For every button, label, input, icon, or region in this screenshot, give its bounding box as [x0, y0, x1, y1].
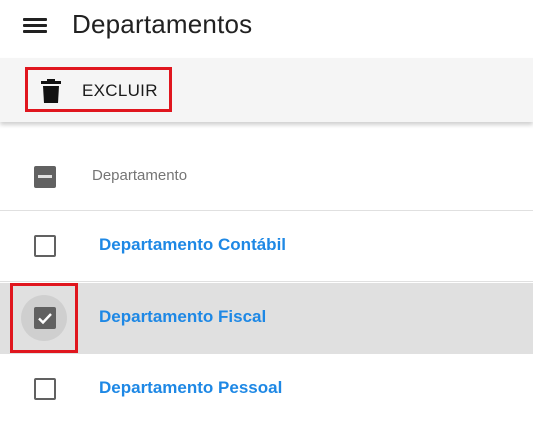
- select-all-checkbox[interactable]: [34, 166, 56, 188]
- row-link[interactable]: Departamento Contábil: [99, 235, 286, 255]
- row-checkbox[interactable]: [34, 235, 56, 257]
- delete-button-label: EXCLUIR: [82, 81, 158, 100]
- app-bar: Departamentos: [0, 0, 533, 54]
- row-checkbox[interactable]: [34, 378, 56, 400]
- table-row[interactable]: Departamento Contábil: [0, 211, 533, 282]
- hamburger-menu-icon[interactable]: [22, 15, 48, 37]
- delete-button[interactable]: EXCLUIR: [25, 67, 172, 112]
- column-header-departamento: Departamento: [92, 167, 188, 184]
- checkmark-icon: [38, 313, 52, 325]
- row-checkbox-highlight: [10, 283, 78, 353]
- table-row-selected[interactable]: Departamento Fiscal: [0, 283, 533, 354]
- table-row[interactable]: Departamento Pessoal: [0, 354, 533, 424]
- table-header: Departamento: [0, 142, 533, 211]
- row-link[interactable]: Departamento Pessoal: [99, 378, 282, 398]
- trash-icon: [41, 79, 61, 103]
- selection-toolbar: EXCLUIR: [0, 58, 533, 122]
- row-link[interactable]: Departamento Fiscal: [99, 307, 266, 327]
- row-checkbox-checked[interactable]: [34, 307, 56, 329]
- page-title: Departamentos: [72, 9, 253, 39]
